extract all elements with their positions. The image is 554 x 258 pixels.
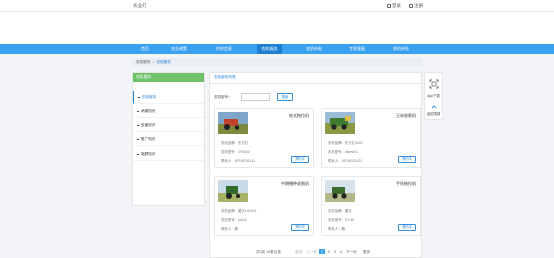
login-link[interactable]: 登录 <box>387 3 401 9</box>
machine-photo <box>325 112 355 134</box>
brand-value: 雷沃1304OL <box>237 209 257 213</box>
nav-item-subsidy-2[interactable]: 农机补贴 <box>389 44 413 54</box>
sidebar-item-promotion[interactable]: 推广知识 <box>133 133 204 146</box>
brand-value: 东方红4000 <box>344 141 363 145</box>
reserve-button[interactable]: 预约中 <box>398 224 416 231</box>
nav-item-home[interactable]: 首页 <box>136 44 154 54</box>
machine-card: 轮式拖拉机 农机品牌：东方红 农机型号：JFS000 联系人：187461014… <box>214 108 314 168</box>
model-value: ua111 <box>237 218 247 222</box>
contact-label: 联系人： <box>221 227 235 231</box>
machine-name: 中耕播种收割机 <box>281 181 309 186</box>
sidebar-item-pest[interactable]: 虫害知识 <box>133 119 204 132</box>
model-label: 农机型号： <box>221 218 238 222</box>
qr-scan-icon[interactable] <box>429 79 439 89</box>
brand-label: 农机品牌： <box>221 141 238 145</box>
main-panel: 农机服务列表 农机型号： 搜索 轮式拖拉机 农机品牌：东方红 农机型号：JFS0… <box>209 72 422 258</box>
pager-page-1[interactable]: 1 <box>319 249 325 254</box>
breadcrumb-current: 农机服务 <box>156 60 171 64</box>
contact-value: 鹏 <box>341 227 345 231</box>
machine-photo <box>325 180 355 202</box>
site-home-link[interactable]: 农业灯 <box>133 3 147 9</box>
search-button[interactable]: 搜索 <box>277 93 293 101</box>
pager-page-4[interactable]: 4 <box>340 250 342 254</box>
main-nav: 首页 农业政策 供求信息 农机服务 农机补贴 专家答疑 农机补贴 <box>0 44 554 54</box>
model-value: RT-60 <box>344 218 355 222</box>
breadcrumb-separator: > <box>152 60 155 64</box>
nav-item-expert[interactable]: 专家答疑 <box>345 44 369 54</box>
contact-value: 18746101421 <box>341 159 363 163</box>
reserve-button[interactable]: 预约中 <box>291 224 309 231</box>
back-to-top-label[interactable]: 返回顶部 <box>425 111 442 116</box>
model-label: 农机型号： <box>328 150 345 154</box>
reserve-button[interactable]: 预约中 <box>398 156 416 163</box>
header-area <box>0 12 554 44</box>
login-label: 登录 <box>392 3 401 8</box>
machine-name: 手扶拖拉机 <box>396 181 416 186</box>
machine-card: 手扶拖拉机 农机品牌：雷沃 农机型号：RT-60 联系人：鹏 预约中 <box>321 176 421 236</box>
pager-first[interactable]: 首页 <box>295 250 302 255</box>
pager-page-3[interactable]: 3 <box>334 250 336 254</box>
machine-name: 轮式拖拉机 <box>289 113 309 118</box>
contact-label: 联系人： <box>328 159 342 163</box>
arrow-up-icon[interactable] <box>431 104 437 110</box>
pager-page-2[interactable]: 2 <box>328 250 330 254</box>
model-value: dfpm001 <box>344 150 359 154</box>
model-value: JFS000 <box>237 150 250 154</box>
machine-name: 玉米收割机 <box>396 113 416 118</box>
contact-value: 18746101411 <box>234 159 256 163</box>
machine-photo <box>218 180 248 202</box>
model-label: 农机型号： <box>328 218 345 222</box>
floating-app-panel: App下载 返回顶部 <box>424 72 443 120</box>
app-download-label[interactable]: App下载 <box>425 93 442 98</box>
nav-item-policy[interactable]: 农业政策 <box>167 44 191 54</box>
brand-label: 农机品牌： <box>221 209 238 213</box>
register-label: 注册 <box>414 3 423 8</box>
register-link[interactable]: 注册 <box>409 3 423 9</box>
sidebar-item-machinery-service[interactable]: 农机服务 <box>133 91 204 104</box>
sidebar: 农机服务 农机服务 病害知识 虫害知识 推广知识 施肥知识 <box>132 72 205 206</box>
brand-label: 农机品牌： <box>328 209 345 213</box>
contact-label: 联系人： <box>328 227 342 231</box>
pager-next[interactable]: 下一页 <box>346 250 357 255</box>
divider <box>210 83 421 84</box>
nav-item-machinery-service[interactable]: 农机服务 <box>257 44 282 54</box>
user-icon <box>387 3 391 8</box>
machine-card: 玉米收割机 农机品牌：东方红4000 农机型号：dfpm001 联系人：1874… <box>321 108 421 168</box>
top-bar: 农业灯 登录 注册 <box>0 0 554 12</box>
pager-last[interactable]: 尾页 <box>363 250 370 255</box>
brand-value: 雷沃 <box>344 209 352 213</box>
nav-item-supply[interactable]: 供求信息 <box>212 44 236 54</box>
reserve-button[interactable]: 预约中 <box>291 156 309 163</box>
machine-card: 中耕播种收割机 农机品牌：雷沃1304OL 农机型号：ua111 联系人：鹏 预… <box>214 176 314 236</box>
sidebar-title: 农机服务 <box>133 73 204 82</box>
nav-item-subsidy[interactable]: 农机补贴 <box>302 44 326 54</box>
search-label: 农机型号： <box>214 95 232 99</box>
sidebar-item-disease[interactable]: 病害知识 <box>133 105 204 118</box>
brand-label: 农机品牌： <box>328 141 345 145</box>
search-input[interactable] <box>241 93 270 101</box>
main-title: 农机服务列表 <box>214 75 236 79</box>
contact-label: 联系人： <box>221 159 235 163</box>
brand-value: 东方红 <box>237 141 249 145</box>
sidebar-item-fertilizer[interactable]: 施肥知识 <box>133 148 204 161</box>
edit-icon <box>409 3 413 8</box>
model-label: 农机型号： <box>221 150 238 154</box>
breadcrumb-first[interactable]: 农机服务 <box>136 60 150 64</box>
machine-photo <box>218 112 248 134</box>
pager-summary: 共4页 15条记录 <box>256 250 281 254</box>
pager-prev[interactable]: 上一页 <box>306 250 317 255</box>
breadcrumb: 农机服务 > 农机服务 <box>132 58 422 66</box>
contact-value: 鹏 <box>234 227 238 231</box>
